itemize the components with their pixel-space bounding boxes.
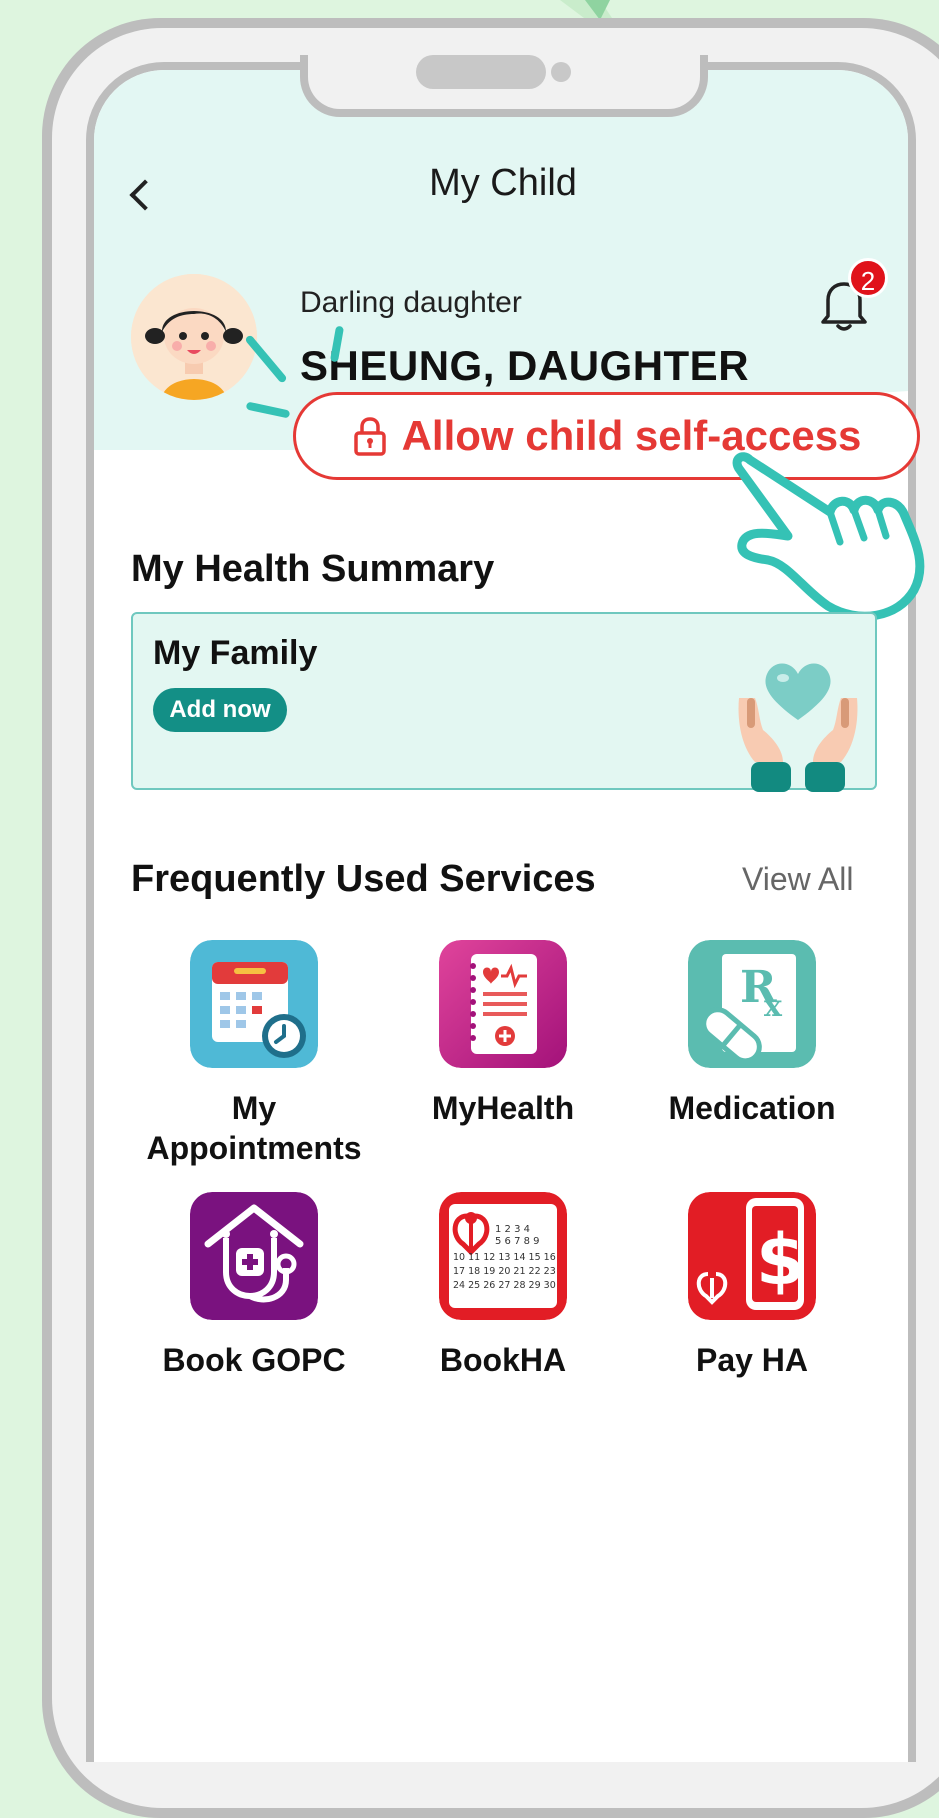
speaker-grille [416, 55, 546, 89]
page-title: My Child [429, 162, 577, 204]
child-name: SHEUNG, DAUGHTER [300, 342, 750, 389]
svg-text:1 2 3 4: 1 2 3 4 [495, 1224, 530, 1235]
notification-badge: 2 [848, 258, 888, 298]
service-medication[interactable]: R x Medication [632, 940, 872, 1128]
clinic-stethoscope-icon [190, 1192, 318, 1320]
service-book-gopc[interactable]: Book GOPC [134, 1192, 374, 1380]
service-label: Medication [668, 1090, 836, 1126]
service-bookha[interactable]: 1 2 3 4 5 6 7 8 9 10 11 12 13 14 15 16 1… [383, 1192, 623, 1380]
child-avatar [131, 274, 257, 400]
view-all-link[interactable]: View All [742, 861, 853, 898]
pay-dollar-icon: $ [688, 1192, 816, 1320]
front-camera [551, 62, 571, 82]
add-now-button[interactable]: Add now [153, 688, 287, 732]
svg-text:24 25 26 27 28 29 30: 24 25 26 27 28 29 30 [453, 1280, 556, 1291]
lock-icon [353, 417, 386, 456]
svg-text:5 6 7 8 9: 5 6 7 8 9 [495, 1236, 540, 1247]
service-label: Book GOPC [162, 1342, 346, 1378]
service-myhealth[interactable]: MyHealth [383, 940, 623, 1128]
family-card-title: My Family [153, 634, 318, 672]
services-title: Frequently Used Services [131, 858, 596, 900]
pointing-hand-icon [732, 452, 925, 621]
svg-text:$: $ [756, 1219, 805, 1301]
svg-text:17 18 19 20 21 22 23: 17 18 19 20 21 22 23 [453, 1266, 556, 1277]
service-pay-ha[interactable]: $ Pay HA [632, 1192, 872, 1380]
svg-text:x: x [764, 989, 783, 1024]
service-label: My Appointments [146, 1090, 362, 1166]
ha-calendar-icon: 1 2 3 4 5 6 7 8 9 10 11 12 13 14 15 16 1… [439, 1192, 567, 1320]
child-relation: Darling daughter [300, 286, 522, 319]
prescription-icon: R x [688, 940, 816, 1068]
service-label: Pay HA [695, 1342, 809, 1378]
hands-heart-icon [738, 663, 858, 792]
service-my-appointments[interactable]: My Appointments [134, 940, 374, 1168]
health-summary-title: My Health Summary [131, 548, 495, 590]
service-label: MyHealth [431, 1090, 575, 1126]
my-family-card[interactable]: My Family Add now [131, 612, 877, 792]
health-record-icon [439, 940, 567, 1068]
calendar-clock-icon [190, 940, 318, 1068]
svg-text:10 11 12 13 14 15 16: 10 11 12 13 14 15 16 [453, 1252, 556, 1263]
service-label: BookHA [439, 1342, 567, 1378]
